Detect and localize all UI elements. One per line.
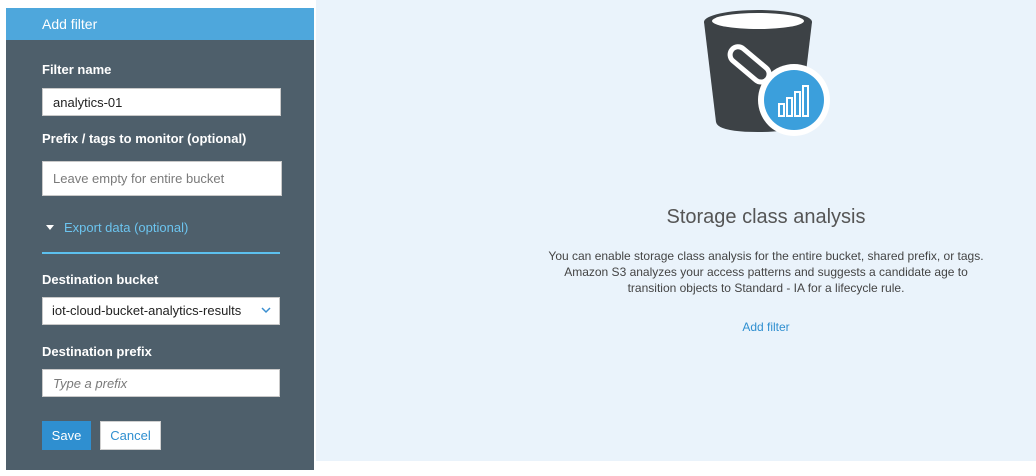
destination-bucket-label: Destination bucket — [42, 272, 159, 287]
add-filter-link[interactable]: Add filter — [316, 320, 1036, 334]
add-filter-panel: Add filter Filter name Prefix / tags to … — [6, 8, 314, 470]
destination-bucket-select[interactable]: iot-cloud-bucket-analytics-results — [42, 297, 280, 325]
prefix-input[interactable] — [42, 161, 282, 196]
destination-bucket-value: iot-cloud-bucket-analytics-results — [52, 303, 242, 318]
save-button[interactable]: Save — [42, 421, 91, 450]
prefix-label: Prefix / tags to monitor (optional) — [42, 131, 247, 146]
bucket-analytics-icon — [704, 10, 830, 136]
main-content: Storage class analysis You can enable st… — [316, 0, 1036, 461]
export-data-toggle[interactable]: Export data (optional) — [42, 220, 188, 235]
destination-prefix-input[interactable] — [42, 369, 280, 397]
export-data-label: Export data (optional) — [64, 220, 189, 235]
chevron-down-icon — [261, 307, 271, 314]
panel-header: Add filter — [6, 8, 314, 40]
filter-name-label: Filter name — [42, 62, 112, 77]
page-title: Storage class analysis — [666, 206, 866, 228]
filter-name-input[interactable] — [42, 88, 281, 116]
section-divider — [42, 252, 280, 254]
description-text: You can enable storage class analysis fo… — [548, 249, 984, 295]
caret-down-icon — [46, 225, 54, 230]
cancel-button[interactable]: Cancel — [100, 421, 161, 450]
destination-prefix-label: Destination prefix — [42, 344, 152, 359]
